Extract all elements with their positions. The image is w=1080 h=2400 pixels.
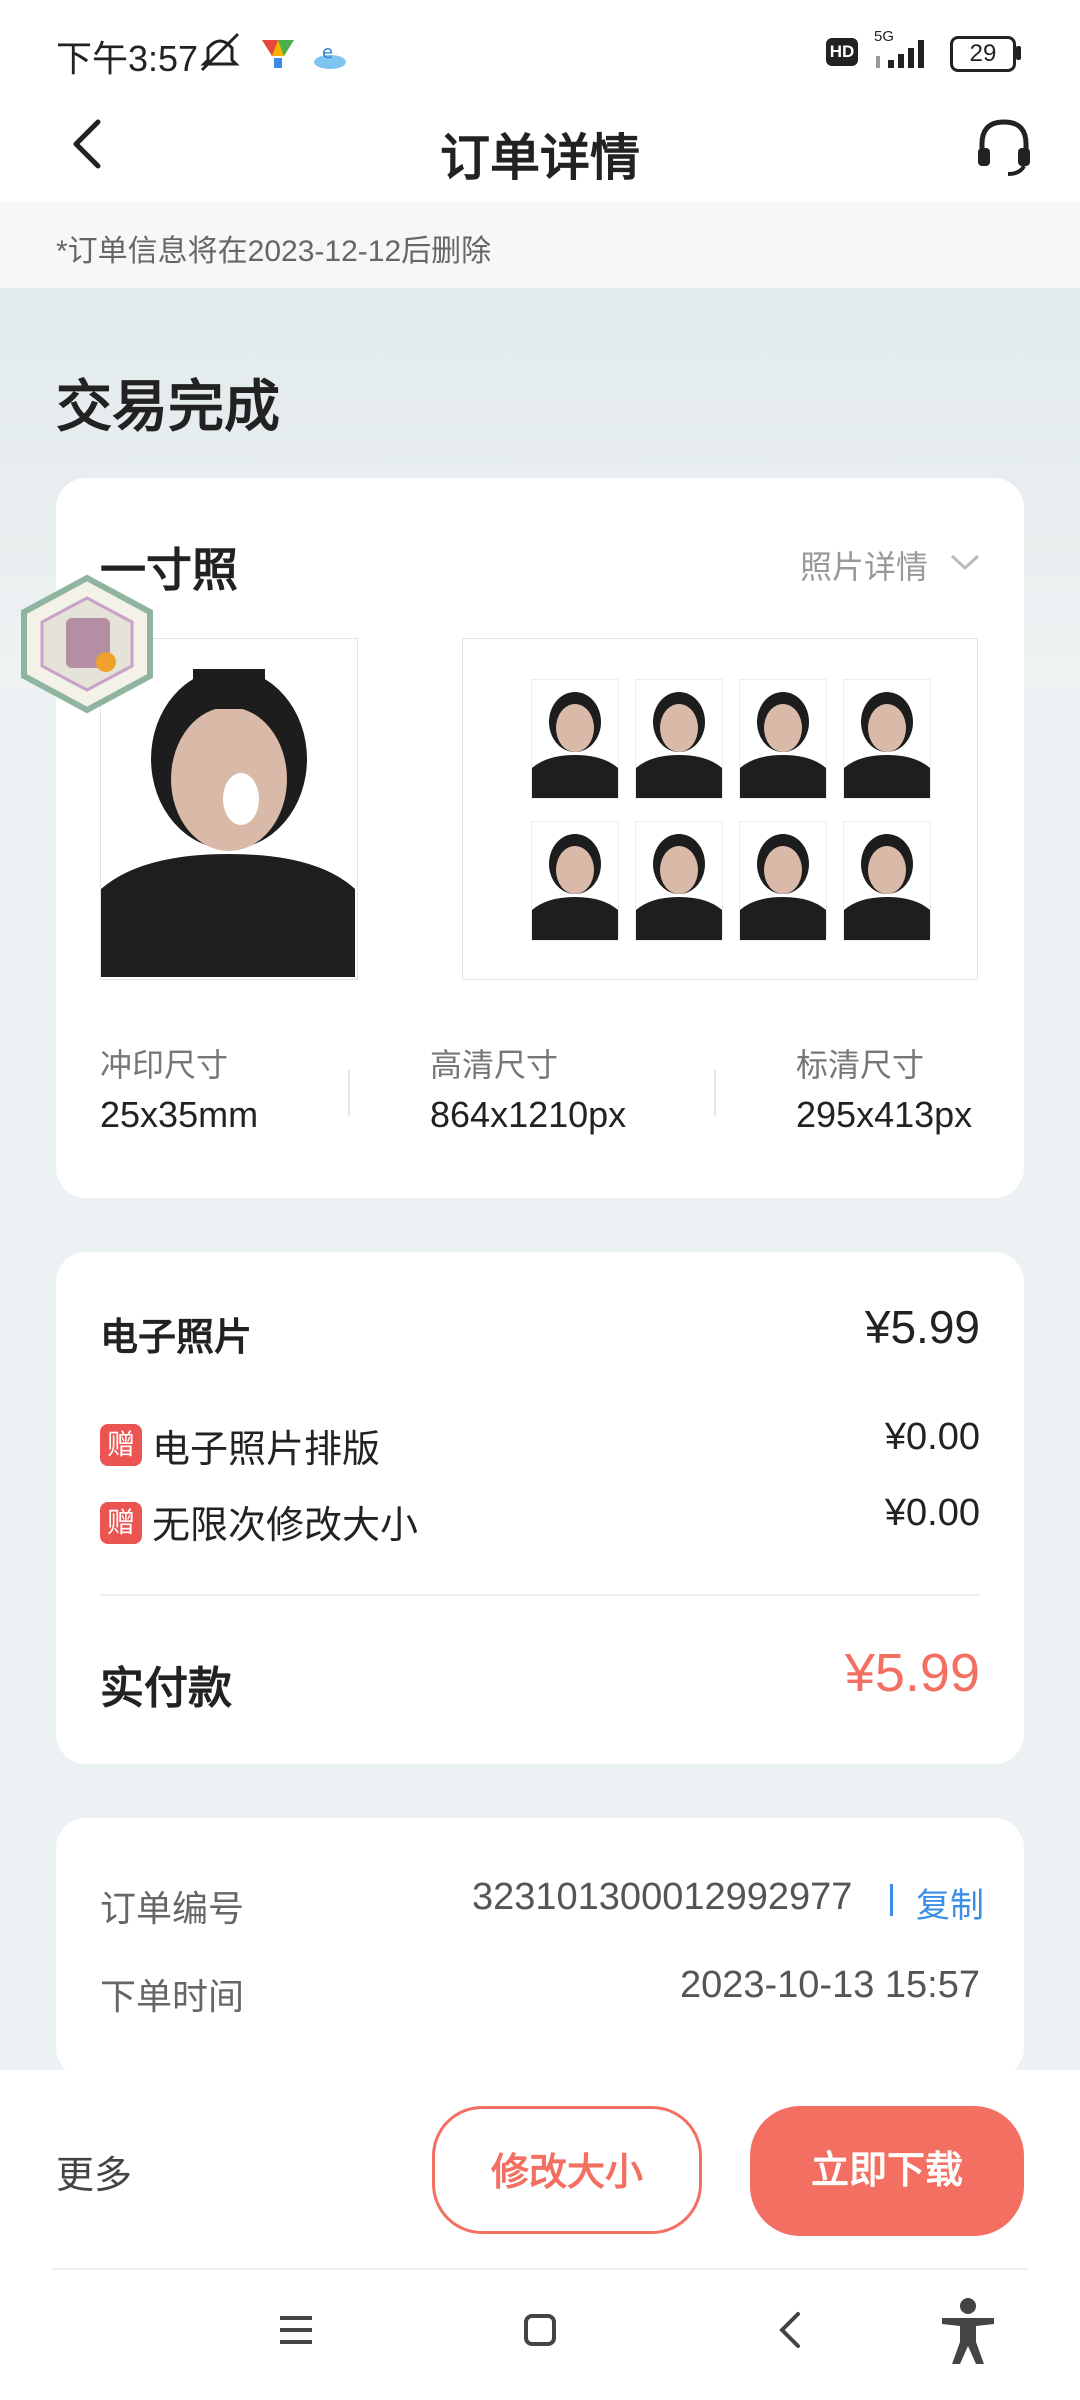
svg-text:e: e: [322, 42, 333, 63]
order-number-label: 订单编号: [100, 1888, 245, 1929]
spec-value-sd: 295x413px: [796, 1094, 973, 1135]
order-info-card: 订单编号 323101300012992977 复制 下单时间 2023-10-…: [56, 1818, 1024, 2078]
order-status-title: 交易完成: [56, 375, 280, 438]
price-divider: [100, 1594, 980, 1596]
spec-label-sd: 标清尺寸: [796, 1047, 925, 1083]
spec-divider: [714, 1070, 716, 1116]
battery-icon: 29: [950, 36, 1016, 72]
layout-thumb: [531, 679, 619, 799]
status-time: 下午3:57: [56, 38, 199, 79]
more-button[interactable]: 更多: [56, 2144, 132, 2199]
accessibility-icon[interactable]: [938, 2296, 998, 2366]
app-notification-icon: [262, 40, 294, 68]
home-icon[interactable]: [520, 2310, 560, 2350]
gift-label: 电子照片排版: [152, 1429, 381, 1471]
gift-badge: 赠: [100, 1502, 142, 1544]
back-icon[interactable]: [770, 2308, 810, 2352]
chevron-down-icon[interactable]: [948, 550, 982, 574]
download-button[interactable]: 立即下载: [750, 2106, 1024, 2236]
print-layout-sheet[interactable]: [462, 638, 978, 980]
layout-thumb: [843, 821, 931, 941]
resize-button[interactable]: 修改大小: [432, 2106, 702, 2234]
floating-sticker-icon[interactable]: [14, 574, 160, 714]
gift-price: ¥0.00: [884, 1416, 980, 1458]
signal-icon: [876, 40, 924, 68]
system-nav-bar: [0, 2270, 1080, 2400]
copy-button[interactable]: 复制: [916, 1878, 984, 1927]
paid-value: ¥5.99: [844, 1643, 980, 1703]
spec-value-print: 25x35mm: [100, 1094, 259, 1135]
layout-thumb: [843, 679, 931, 799]
item-price: ¥5.99: [864, 1301, 980, 1353]
delete-notice: *订单信息将在2023-12-12后删除: [0, 202, 1080, 288]
paid-label: 实付款: [100, 1664, 232, 1713]
delete-notice-text: *订单信息将在2023-12-12后删除: [56, 235, 492, 268]
layout-thumb: [739, 821, 827, 941]
spec-value-hd: 864x1210px: [430, 1094, 627, 1135]
layout-thumb: [531, 821, 619, 941]
photo-card: 一寸照 照片详情 冲印尺寸 25x35mm 高清尺寸 864x1210px 标清…: [56, 478, 1024, 1198]
price-card: 电子照片 ¥5.99 赠 电子照片排版 ¥0.00 赠 无限次修改大小 ¥0.0…: [56, 1252, 1024, 1764]
spec-label-hd: 高清尺寸: [430, 1047, 559, 1083]
layout-thumb: [635, 821, 723, 941]
layout-thumb: [635, 679, 723, 799]
spec-label-print: 冲印尺寸: [100, 1047, 229, 1083]
spec-divider: [348, 1070, 350, 1116]
menu-icon[interactable]: [276, 2310, 316, 2350]
customer-service-headset-icon[interactable]: [974, 114, 1034, 178]
layout-thumb: [739, 679, 827, 799]
item-label: 电子照片: [100, 1317, 253, 1359]
mute-icon: [200, 32, 240, 72]
status-bar: 下午3:57 e HD 5G 29: [0, 0, 1080, 100]
photo-detail-link[interactable]: 照片详情: [800, 542, 928, 588]
battery-level: 29: [969, 40, 997, 67]
battery-tip: [1016, 46, 1021, 60]
order-time-value: 2023-10-13 15:57: [679, 1964, 980, 2006]
gift-price: ¥0.00: [884, 1492, 980, 1534]
gift-label: 无限次修改大小: [152, 1505, 419, 1547]
hd-badge: HD: [826, 38, 858, 66]
app-header: 订单详情: [0, 100, 1080, 202]
order-time-label: 下单时间: [100, 1976, 245, 2017]
bottom-action-bar: 更多 修改大小 立即下载: [0, 2070, 1080, 2270]
page-title: 订单详情: [440, 130, 640, 186]
order-number-value: 323101300012992977: [472, 1876, 853, 1918]
copy-separator: [890, 1884, 893, 1916]
gift-badge: 赠: [100, 1424, 142, 1466]
app-notification-icon-2: e: [314, 42, 346, 69]
